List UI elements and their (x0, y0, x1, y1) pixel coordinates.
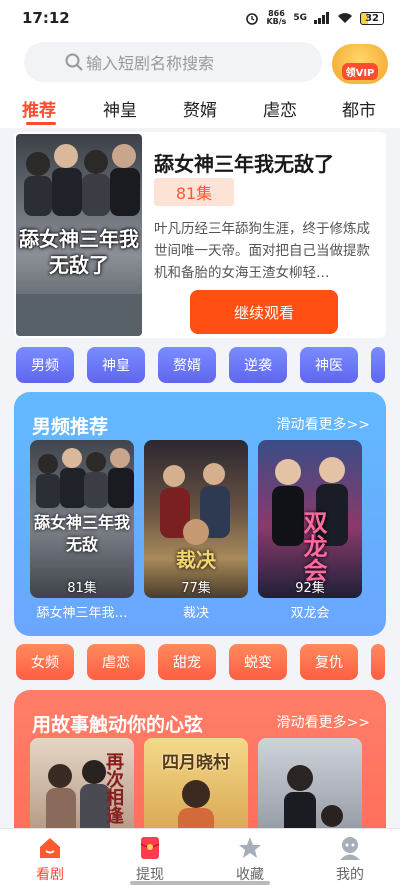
hero-poster[interactable]: 舔女神三年我无敌了 (16, 134, 142, 336)
nav-profile[interactable]: 我的 (300, 829, 400, 889)
nav-favorites[interactable]: 收藏 (200, 829, 300, 889)
profile-icon (340, 837, 360, 860)
nav-watch-label: 看剧 (36, 867, 64, 883)
male-recommend-section: 男频推荐 滑动看更多>> 舔女神三年我无敌 81集 舔女神三年我… 裁决 77集… (14, 392, 386, 636)
status-time: 17:12 (22, 9, 70, 27)
continue-watching-card[interactable]: 舔女神三年我无敌了 舔女神三年我无敌了 81集 叶凡历经三年舔狗生涯，终于修炼成… (14, 132, 386, 338)
search-placeholder: 输入短剧名称搜索 (86, 54, 215, 73)
drama-title: 舔女神三年我… (36, 606, 128, 621)
star-icon (239, 837, 261, 858)
hero-description: 叶凡历经三年舔狗生涯，终于修炼成世间唯一天帝。面对把自己当做提款机和备胎的女海王… (154, 221, 370, 281)
chip-tianchong[interactable]: 甜宠 (158, 644, 216, 680)
drama-card[interactable]: 裁决 77集 裁决 (144, 440, 248, 621)
chip-shenhuang[interactable]: 神皇 (87, 347, 145, 383)
chip-shenyi[interactable]: 神医 (300, 347, 358, 383)
tab-recommend[interactable]: 推荐 (22, 96, 56, 121)
drama-poster: 舔女神三年我无敌 81集 (30, 440, 134, 598)
chip-male[interactable]: 男频 (16, 347, 74, 383)
home-indicator (130, 881, 270, 885)
chip-overflow[interactable] (371, 644, 385, 680)
home-icon (40, 838, 60, 858)
nav-watch[interactable]: 看剧 (0, 829, 100, 889)
status-icons: 866 KB/s 5G 32 (245, 10, 384, 26)
drama-card[interactable]: 舔女神三年我无敌 81集 舔女神三年我… (30, 440, 134, 621)
male-genre-chips: 男频 神皇 赘婿 逆袭 神医 (16, 347, 400, 383)
drama-poster-title: 再次相逢 (103, 752, 124, 824)
story-section-more-link[interactable]: 滑动看更多>> (277, 712, 370, 732)
drama-episode-count: 92集 (295, 581, 325, 596)
hero-title: 舔女神三年我无敌了 (154, 152, 334, 176)
chip-fuchou[interactable]: 复仇 (300, 644, 358, 680)
chip-zhuixu[interactable]: 赘婿 (158, 347, 216, 383)
network-type: 5G (293, 13, 308, 23)
wifi-icon (338, 13, 353, 23)
nav-withdraw[interactable]: 提现 (100, 829, 200, 889)
drama-title: 裁决 (182, 606, 209, 621)
tab-zhuixu[interactable]: 赘婿 (183, 96, 217, 121)
chip-overflow[interactable] (371, 347, 385, 383)
nav-profile-label: 我的 (336, 867, 364, 883)
category-tabs: 推荐 神皇 赘婿 虐恋 都市 (0, 88, 400, 128)
alarm-icon (246, 13, 259, 25)
signal-icon (314, 12, 330, 24)
tab-dushi[interactable]: 都市 (342, 96, 376, 121)
hero-poster-title: 舔女神三年我无敌了 (19, 227, 139, 277)
male-section-title: 男频推荐 (32, 416, 109, 438)
tab-nuelian[interactable]: 虐恋 (263, 96, 297, 121)
chip-nixi[interactable]: 逆袭 (229, 347, 287, 383)
drama-card[interactable]: 双龙会 92集 双龙会 (258, 440, 362, 621)
drama-poster-title: 裁决 (176, 548, 216, 572)
vip-button[interactable]: 领VIP (332, 44, 388, 84)
story-section-title: 用故事触动你的心弦 (32, 714, 204, 736)
network-speed: 866 KB/s (266, 9, 287, 26)
drama-poster-title: 双龙会 (299, 510, 327, 582)
drama-episode-count: 81集 (67, 581, 97, 596)
drama-poster: 裁决 77集 (144, 440, 248, 598)
status-bar: 17:12 866 KB/s 5G 32 (0, 0, 400, 36)
chip-nuelian[interactable]: 虐恋 (87, 644, 145, 680)
drama-episode-count: 77集 (181, 581, 211, 596)
chip-female[interactable]: 女频 (16, 644, 74, 680)
vip-label: 领VIP (341, 63, 379, 80)
drama-poster-title: 舔女神三年我无敌 (33, 513, 130, 554)
red-envelope-icon (140, 837, 160, 859)
battery-indicator: 32 (360, 11, 384, 25)
female-genre-chips: 女频 虐恋 甜宠 蜕变 复仇 (16, 644, 400, 680)
drama-poster-title: 四月晓村 (162, 753, 230, 773)
search-icon (65, 53, 83, 71)
hero-episode-badge: 81集 (154, 178, 234, 206)
bottom-nav: 看剧 提现 收藏 我的 (0, 828, 400, 889)
tab-shenhuang[interactable]: 神皇 (103, 96, 137, 121)
drama-title: 双龙会 (290, 606, 330, 621)
poster-people-art (160, 463, 230, 545)
drama-poster: 双龙会 92集 (258, 440, 362, 598)
active-tab-indicator (26, 122, 56, 125)
continue-watching-button[interactable]: 继续观看 (190, 290, 338, 334)
chip-tuibian[interactable]: 蜕变 (229, 644, 287, 680)
male-section-more-link[interactable]: 滑动看更多>> (277, 414, 370, 434)
